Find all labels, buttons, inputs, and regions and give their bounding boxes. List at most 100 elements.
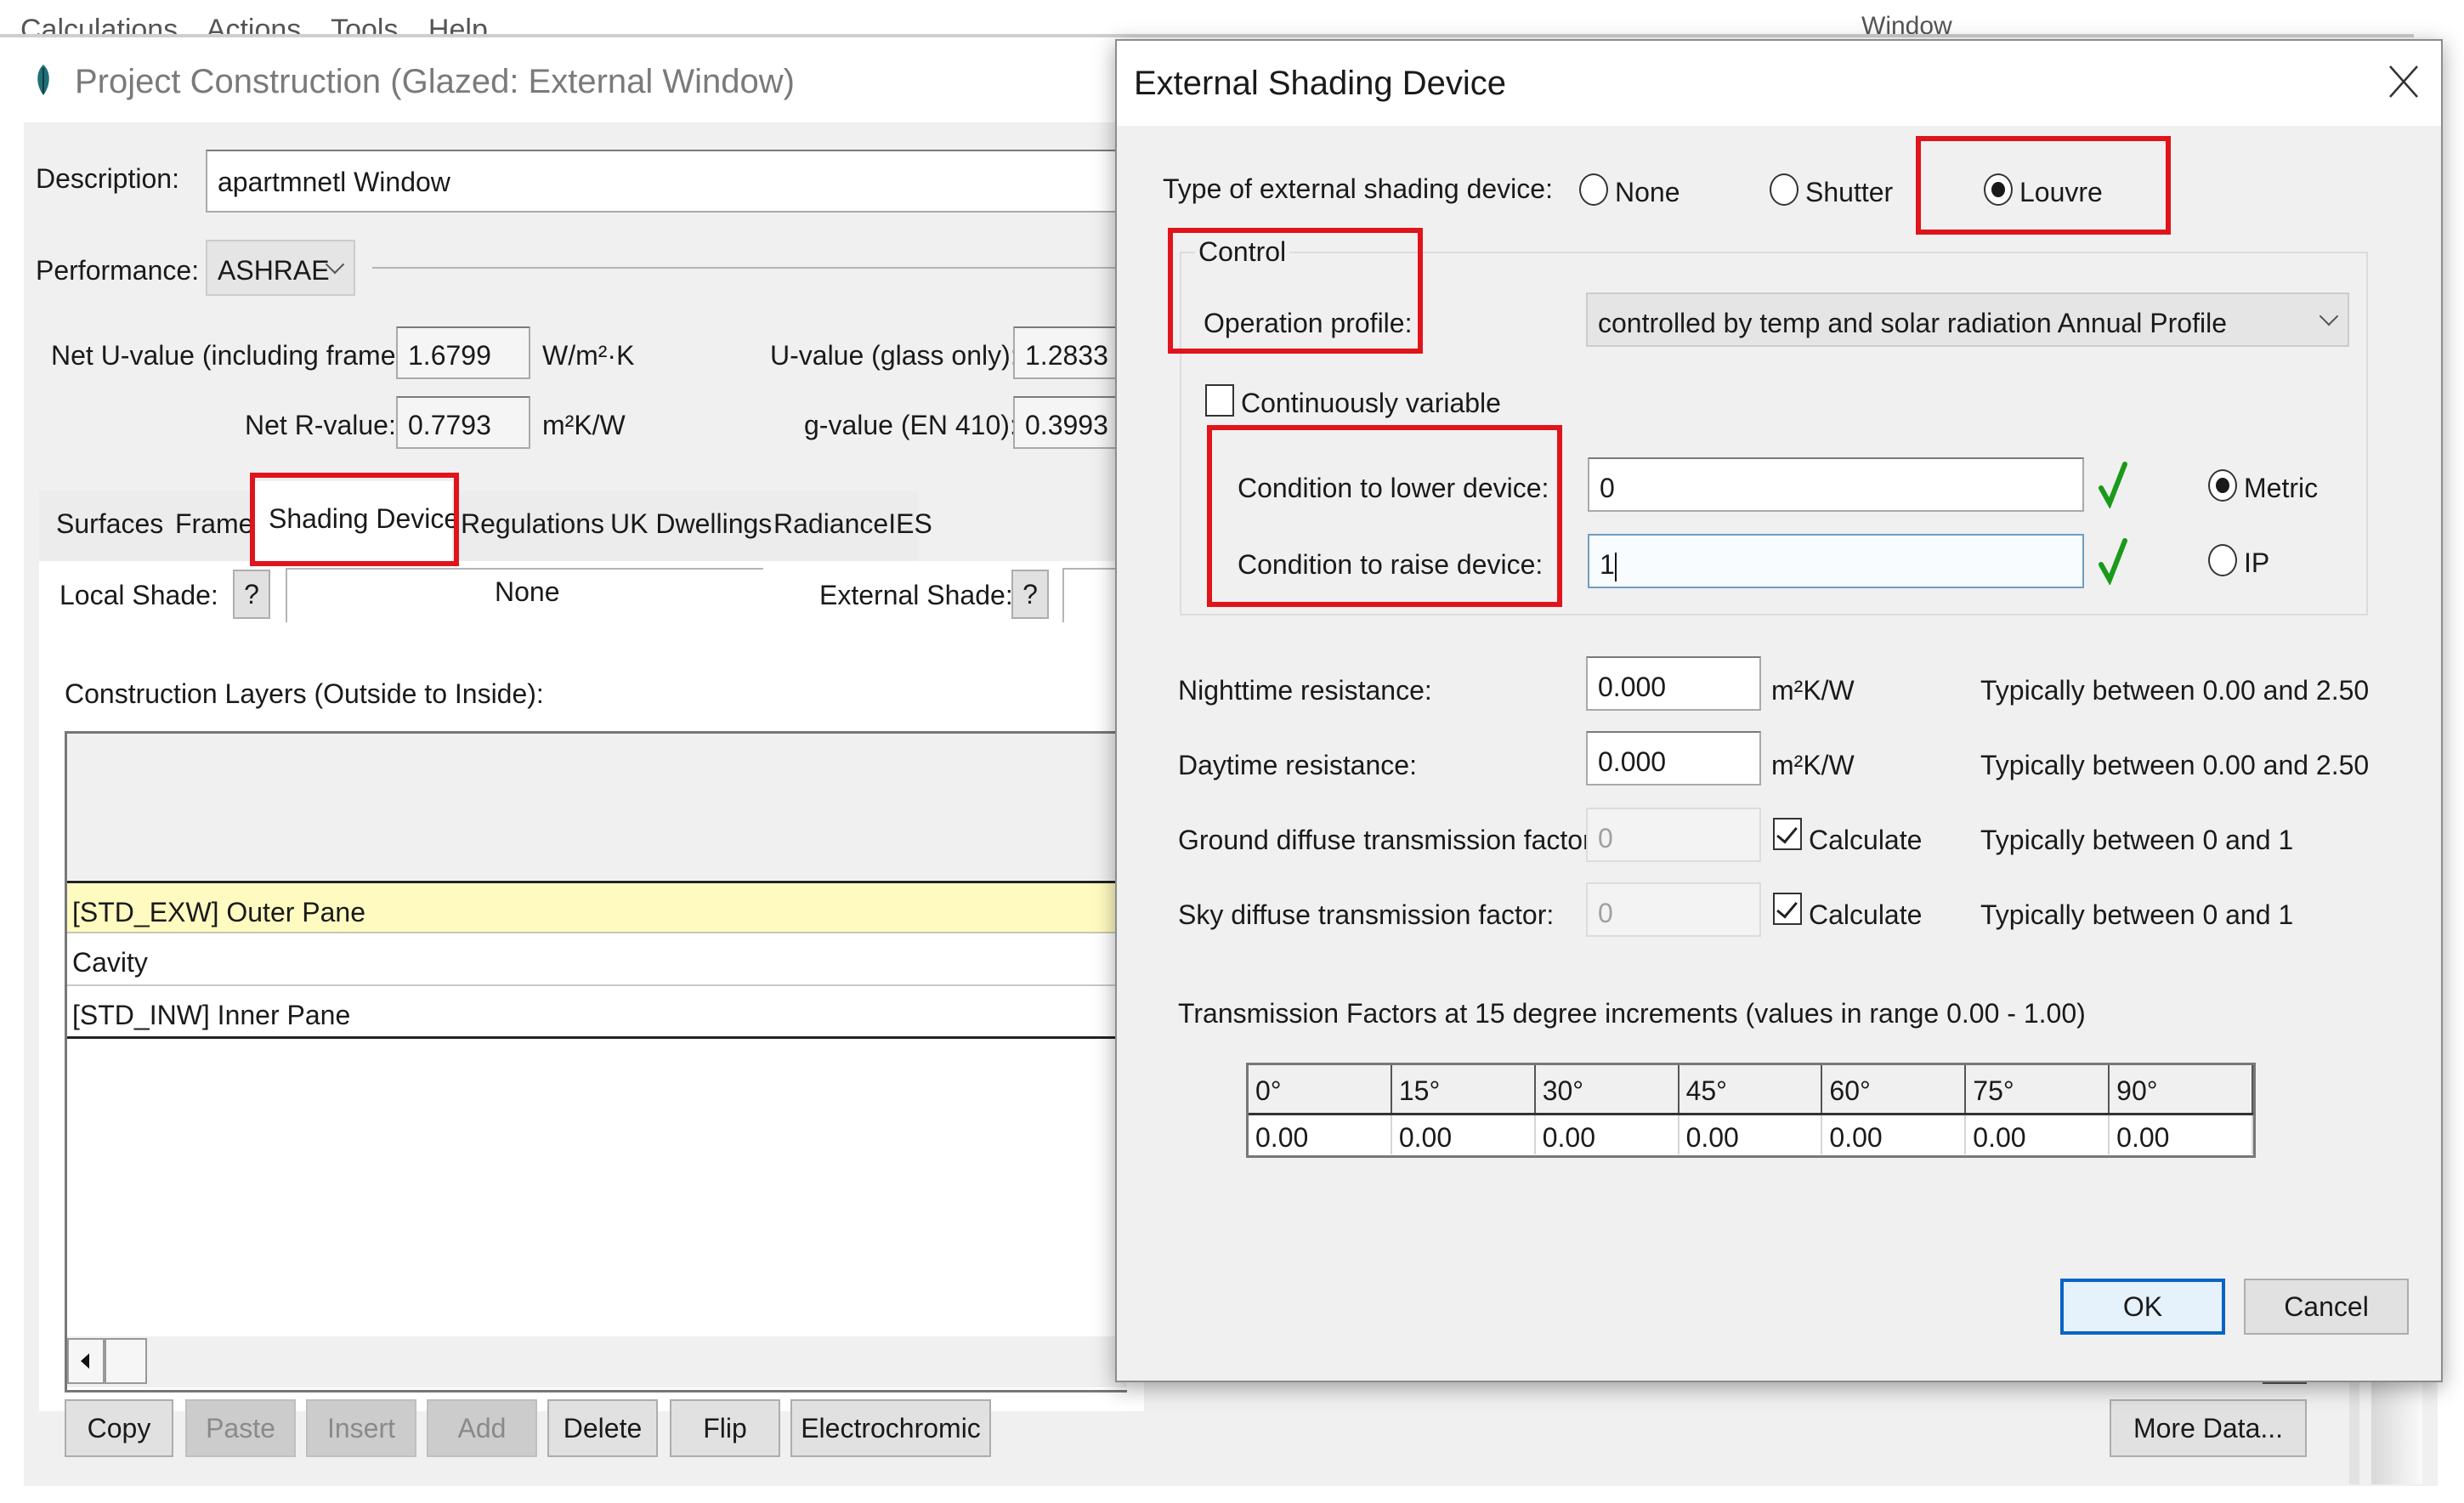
vertical-scrollbar-track[interactable]	[2349, 1382, 2359, 1484]
window-title: Project Construction (Glazed: External W…	[75, 63, 795, 100]
radio-metric-label[interactable]: Metric	[2244, 474, 2318, 502]
valid-check-icon	[2099, 462, 2127, 508]
radio-none-label[interactable]: None	[1615, 179, 1680, 206]
ground-factor-label: Ground diffuse transmission factor:	[1178, 825, 1600, 855]
sky-calculate-checkbox[interactable]	[1773, 893, 1802, 925]
local-shade-value: None	[495, 576, 560, 607]
tf-value-cell[interactable]: 0.00	[2110, 1115, 2253, 1154]
radio-ip[interactable]	[2208, 544, 2237, 576]
ground-factor-input[interactable]: 0	[1586, 808, 1761, 862]
performance-divider	[372, 267, 1120, 269]
layer-row[interactable]: [STD_EXW] Outer Pane	[67, 881, 1127, 933]
radio-louvre[interactable]	[1984, 173, 2013, 206]
continuously-variable-label[interactable]: Continuously variable	[1241, 389, 1501, 417]
tf-value-cell[interactable]: 0.00	[1966, 1115, 2110, 1154]
tf-angle-header: 90°	[2110, 1065, 2253, 1113]
tf-value-cell[interactable]: 0.00	[1535, 1115, 1679, 1154]
external-shade-help-button[interactable]: ?	[1011, 570, 1049, 619]
u-glass-value: 1.2833	[1013, 326, 1132, 379]
local-shade-label: Local Shade:	[59, 580, 218, 610]
tf-angle-header: 30°	[1535, 1065, 1679, 1113]
g-value-label: g-value (EN 410):	[804, 410, 1017, 440]
radio-louvre-label[interactable]: Louvre	[2019, 179, 2103, 206]
layers-list-header	[67, 734, 1127, 880]
local-shade-help-button[interactable]: ?	[233, 570, 270, 619]
leaf-icon	[37, 65, 49, 95]
tab-regulations[interactable]: Regulations	[461, 508, 604, 540]
lower-condition-input[interactable]: 0	[1588, 457, 2084, 512]
sky-factor-input[interactable]: 0	[1586, 882, 1761, 937]
tab-frame[interactable]: Frame	[175, 508, 253, 540]
more-data-button[interactable]: More Data...	[2110, 1399, 2307, 1457]
ground-calculate-checkbox[interactable]	[1773, 818, 1802, 850]
performance-label: Performance:	[36, 255, 200, 286]
radio-metric[interactable]	[2208, 469, 2237, 502]
tf-angle-header: 75°	[1966, 1065, 2110, 1113]
operation-profile-label: Operation profile:	[1204, 308, 1413, 338]
device-type-label: Type of external shading device:	[1163, 173, 1553, 204]
net-u-value: 1.6799	[396, 326, 530, 379]
tf-value-cell[interactable]: 0.00	[1249, 1115, 1392, 1154]
net-u-label: Net U-value (including frame):	[51, 340, 413, 371]
nighttime-input[interactable]: 0.000	[1586, 656, 1761, 711]
tab-surfaces[interactable]: Surfaces	[56, 508, 163, 540]
tf-angle-header: 60°	[1822, 1065, 1967, 1113]
ground-calculate-label[interactable]: Calculate	[1809, 826, 1922, 854]
layer-row[interactable]: Cavity	[67, 933, 1127, 986]
sky-calculate-label[interactable]: Calculate	[1809, 901, 1922, 928]
menu-bar: Calculations Actions Tools Help Window	[0, 0, 2464, 37]
daytime-label: Daytime resistance:	[1178, 750, 1417, 780]
net-r-unit: m²K/W	[542, 410, 626, 440]
tab-uk-dwellings[interactable]: UK Dwellings	[610, 508, 772, 540]
control-group-label: Control	[1195, 238, 1290, 265]
scrollbar-thumb[interactable]	[105, 1338, 147, 1384]
cancel-button[interactable]: Cancel	[2244, 1279, 2409, 1335]
radio-ip-label[interactable]: IP	[2244, 549, 2269, 576]
raise-condition-value: 1	[1600, 549, 1615, 580]
daytime-input[interactable]: 0.000	[1586, 731, 1761, 786]
operation-profile-select[interactable]: controlled by temp and solar radiation A…	[1586, 292, 2349, 347]
net-u-unit: W/m²·K	[542, 340, 635, 371]
scroll-left-button[interactable]	[67, 1338, 105, 1384]
tab-shading-device[interactable]: Shading Device	[269, 503, 459, 535]
layer-row[interactable]: [STD_INW] Inner Pane	[67, 986, 1127, 1039]
ok-button[interactable]: OK	[2060, 1279, 2225, 1335]
vertical-scrollbar[interactable]	[2371, 1382, 2422, 1484]
close-icon[interactable]	[2387, 61, 2421, 102]
arrow-left-icon	[81, 1353, 89, 1369]
flip-button[interactable]: Flip	[670, 1399, 780, 1457]
tf-angle-header: 15°	[1391, 1065, 1536, 1113]
description-input[interactable]: apartmnetl Window	[206, 150, 1124, 213]
horizontal-scrollbar[interactable]	[67, 1336, 1127, 1387]
tf-value-cell[interactable]: 0.00	[1822, 1115, 1967, 1154]
electrochromic-button[interactable]: Electrochromic	[790, 1399, 991, 1457]
menu-divider	[0, 34, 2414, 37]
nighttime-unit: m²K/W	[1771, 675, 1855, 706]
external-shading-device-dialog	[1115, 39, 2443, 1382]
radio-shutter-label[interactable]: Shutter	[1805, 179, 1893, 206]
tf-angle-header: 45°	[1679, 1065, 1823, 1113]
tf-value-cell[interactable]: 0.00	[1391, 1115, 1536, 1154]
sky-factor-hint: Typically between 0 and 1	[1980, 899, 2294, 930]
lower-condition-label: Condition to lower device:	[1238, 473, 1549, 503]
copy-button[interactable]: Copy	[65, 1399, 173, 1457]
valid-check-icon	[2099, 538, 2127, 585]
radio-shutter[interactable]	[1770, 173, 1798, 206]
delete-button[interactable]: Delete	[547, 1399, 658, 1457]
tf-value-cell[interactable]: 0.00	[1679, 1115, 1823, 1154]
raise-condition-input[interactable]: 1	[1588, 534, 2084, 588]
tab-radiance-ies[interactable]: RadianceIES	[773, 508, 932, 540]
radio-none[interactable]	[1579, 173, 1608, 206]
continuously-variable-checkbox[interactable]	[1205, 384, 1234, 417]
daytime-unit: m²K/W	[1771, 750, 1855, 780]
performance-select[interactable]: ASHRAE	[206, 240, 355, 296]
insert-button[interactable]: Insert	[306, 1399, 416, 1457]
paste-button[interactable]: Paste	[185, 1399, 296, 1457]
text-cursor	[1614, 552, 1617, 581]
add-button[interactable]: Add	[427, 1399, 537, 1457]
tf-angle-header: 0°	[1249, 1065, 1392, 1113]
transmission-factors-label: Transmission Factors at 15 degree increm…	[1178, 998, 2086, 1029]
raise-condition-label: Condition to raise device:	[1238, 549, 1544, 580]
description-label: Description:	[36, 163, 179, 194]
operation-profile-value: controlled by temp and solar radiation A…	[1598, 308, 2227, 338]
